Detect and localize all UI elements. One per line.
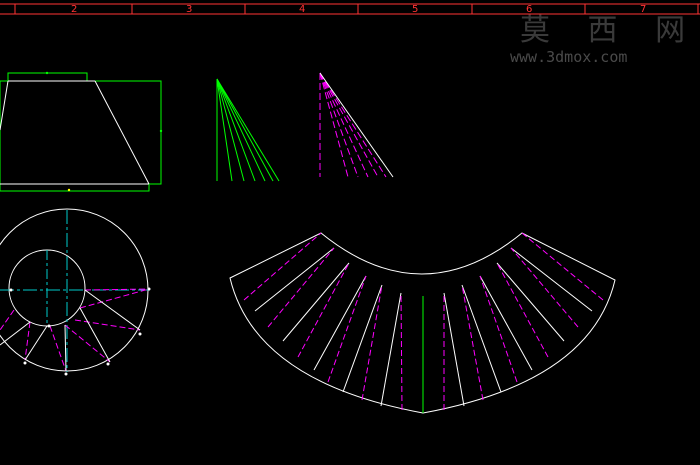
ruler-number-2: 2	[71, 4, 77, 15]
ruler-number-4: 4	[299, 4, 305, 15]
true-length-triangle-green[interactable]	[216, 78, 280, 182]
true-length-triangle-magenta[interactable]	[319, 72, 394, 178]
ruler-number-5: 5	[412, 4, 418, 15]
frustum-top-view[interactable]	[0, 208, 151, 376]
watermark: 莫 西 网 www.3dmox.com	[510, 13, 699, 66]
watermark-url: www.3dmox.com	[510, 48, 627, 66]
watermark-brand: 莫 西 网	[520, 13, 699, 48]
frustum-development[interactable]	[229, 232, 616, 414]
ruler-number-3: 3	[186, 4, 192, 15]
frustum-front-view[interactable]	[0, 71, 163, 192]
cad-drawing-canvas[interactable]: 2 3 4 5 6 7 莫 西 网 www.3dmox.com	[0, 0, 700, 465]
